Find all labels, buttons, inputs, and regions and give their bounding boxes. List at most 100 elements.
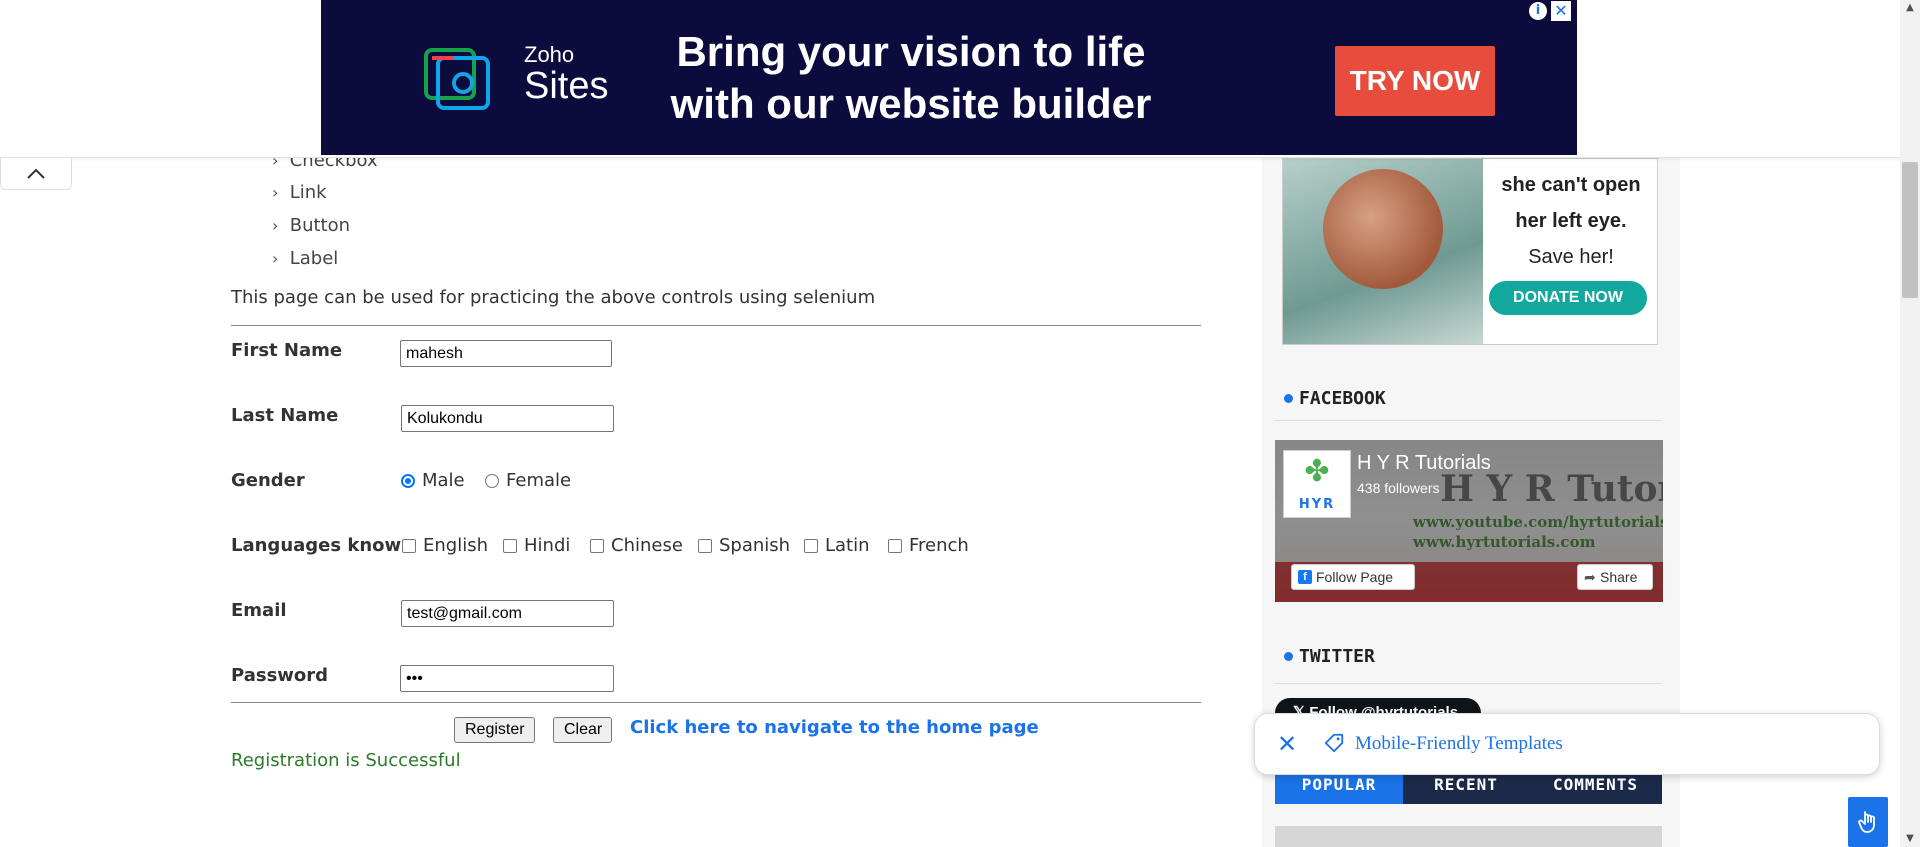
chevron-right-icon: › [272, 183, 279, 202]
follow-page-label: Follow Page [1316, 569, 1394, 585]
scrollbar-thumb[interactable] [1902, 162, 1918, 298]
register-button[interactable]: Register [454, 717, 535, 743]
last-name-label: Last Name [231, 405, 339, 426]
chevron-up-icon [27, 168, 45, 179]
language-french-option[interactable]: French [888, 535, 969, 556]
gender-male-option[interactable]: Male [401, 470, 465, 491]
vertical-scrollbar[interactable]: ▲ ▼ [1900, 0, 1920, 847]
close-icon[interactable]: ✕ [1551, 1, 1571, 21]
facebook-icon: f [1298, 570, 1312, 584]
ad-headline: Bring your vision to life with our websi… [670, 28, 1152, 127]
leaf-logo-icon: ✤ [1304, 454, 1330, 489]
languages-label: Languages known [231, 535, 414, 556]
clear-button[interactable]: Clear [553, 717, 612, 743]
last-name-input[interactable]: Kolukondu [401, 405, 614, 432]
zoho-brand: Zoho Sites [524, 42, 609, 107]
tag-icon [1324, 733, 1344, 753]
info-icon[interactable]: i [1529, 2, 1547, 20]
twitter-heading-label: TWITTER [1299, 646, 1375, 667]
registration-status: Registration is Successful [231, 750, 461, 771]
hand-pointer-icon [1858, 811, 1875, 833]
chevron-right-icon: › [272, 216, 279, 235]
list-item: › Label [272, 248, 338, 269]
brand-top-text: Zoho [524, 42, 575, 67]
facebook-heading-label: FACEBOOK [1299, 388, 1386, 409]
french-checkbox[interactable] [888, 538, 902, 553]
female-label: Female [506, 470, 572, 491]
password-input[interactable]: ••• [400, 665, 614, 692]
share-button[interactable]: ➦ Share [1577, 564, 1653, 590]
hindi-label: Hindi [524, 535, 571, 556]
facebook-page-name[interactable]: H Y R Tutorials [1357, 452, 1491, 475]
facebook-followers: 438 followers [1357, 480, 1440, 496]
suggestion-chip[interactable]: ✕ Mobile-Friendly Templates [1254, 713, 1880, 775]
chinese-label: Chinese [611, 535, 683, 556]
home-page-link[interactable]: Click here to navigate to the home page [630, 717, 1039, 738]
email-label: Email [231, 600, 287, 621]
collapse-ad-button[interactable] [0, 158, 72, 190]
zoho-sites-ad[interactable]: Zoho Sites Bring your vision to life wit… [321, 0, 1577, 155]
post-thumbnail [1275, 826, 1662, 847]
twitter-heading: TWITTER [1284, 646, 1375, 667]
close-icon[interactable]: ✕ [1277, 730, 1297, 759]
list-item: › Link [272, 182, 327, 203]
language-hindi-option[interactable]: Hindi [503, 535, 570, 556]
follow-page-button[interactable]: f Follow Page [1291, 564, 1415, 590]
try-now-button[interactable]: TRY NOW [1335, 46, 1495, 116]
spanish-checkbox[interactable] [698, 538, 712, 553]
share-arrow-icon: ➦ [1584, 569, 1596, 585]
divider [231, 702, 1201, 703]
bullet-dot-icon [1284, 652, 1293, 661]
bullet-dot-icon [1284, 394, 1293, 403]
top-ad-container: Zoho Sites Bring your vision to life wit… [0, 0, 1900, 158]
list-item-label: Label [289, 248, 339, 269]
divider [231, 325, 1201, 326]
charity-line-2: her left eye. [1515, 210, 1627, 232]
male-label: Male [422, 470, 465, 491]
first-name-label: First Name [231, 340, 343, 361]
child-photo [1283, 159, 1483, 344]
facebook-widget[interactable]: H Y R Tutorials www.youtube.com/hyrtutor… [1275, 440, 1663, 602]
spanish-label: Spanish [719, 535, 791, 556]
share-label: Share [1600, 569, 1638, 585]
latin-checkbox[interactable] [804, 538, 818, 553]
donate-now-button[interactable]: DONATE NOW [1489, 281, 1647, 315]
language-spanish-option[interactable]: Spanish [698, 535, 790, 556]
latin-label: Latin [825, 535, 870, 556]
gender-female-option[interactable]: Female [485, 470, 571, 491]
scroll-up-arrow-icon[interactable]: ▲ [1900, 0, 1920, 16]
charity-ad[interactable]: she can't open her left eye. Save her! D… [1282, 158, 1658, 345]
first-name-input[interactable]: mahesh [400, 340, 612, 367]
intro-text: This page can be used for practicing the… [231, 287, 876, 308]
hindi-checkbox[interactable] [503, 538, 517, 553]
charity-line-1: she can't open [1501, 174, 1641, 196]
list-item: › Button [272, 215, 350, 236]
brand-bottom-text: Sites [524, 65, 609, 107]
list-item-label: Link [289, 182, 327, 203]
english-label: English [423, 535, 488, 556]
language-latin-option[interactable]: Latin [804, 535, 870, 556]
charity-line-3: Save her! [1528, 246, 1614, 268]
language-english-option[interactable]: English [402, 535, 488, 556]
gender-label: Gender [231, 470, 305, 491]
female-radio[interactable] [485, 473, 499, 488]
chinese-checkbox[interactable] [590, 538, 604, 553]
email-input[interactable]: test@gmail.com [401, 600, 614, 627]
facebook-heading: FACEBOOK [1284, 388, 1386, 409]
pointer-help-button[interactable] [1848, 797, 1888, 847]
child-face-image [1323, 169, 1443, 289]
list-item-label: Button [289, 215, 351, 236]
language-chinese-option[interactable]: Chinese [590, 535, 683, 556]
charity-message: she can't open her left eye. Save her! [1483, 167, 1657, 275]
male-radio[interactable] [401, 473, 415, 488]
page-avatar[interactable]: ✤ HYR [1283, 450, 1351, 518]
suggestion-label[interactable]: Mobile-Friendly Templates [1355, 733, 1563, 755]
divider [1274, 420, 1662, 421]
avatar-text: HYR [1298, 497, 1336, 512]
french-label: French [909, 535, 969, 556]
password-label: Password [231, 665, 329, 686]
zoho-sites-logo-icon [424, 48, 490, 110]
divider [1274, 683, 1662, 684]
scroll-down-arrow-icon[interactable]: ▼ [1900, 831, 1920, 847]
english-checkbox[interactable] [402, 538, 416, 553]
